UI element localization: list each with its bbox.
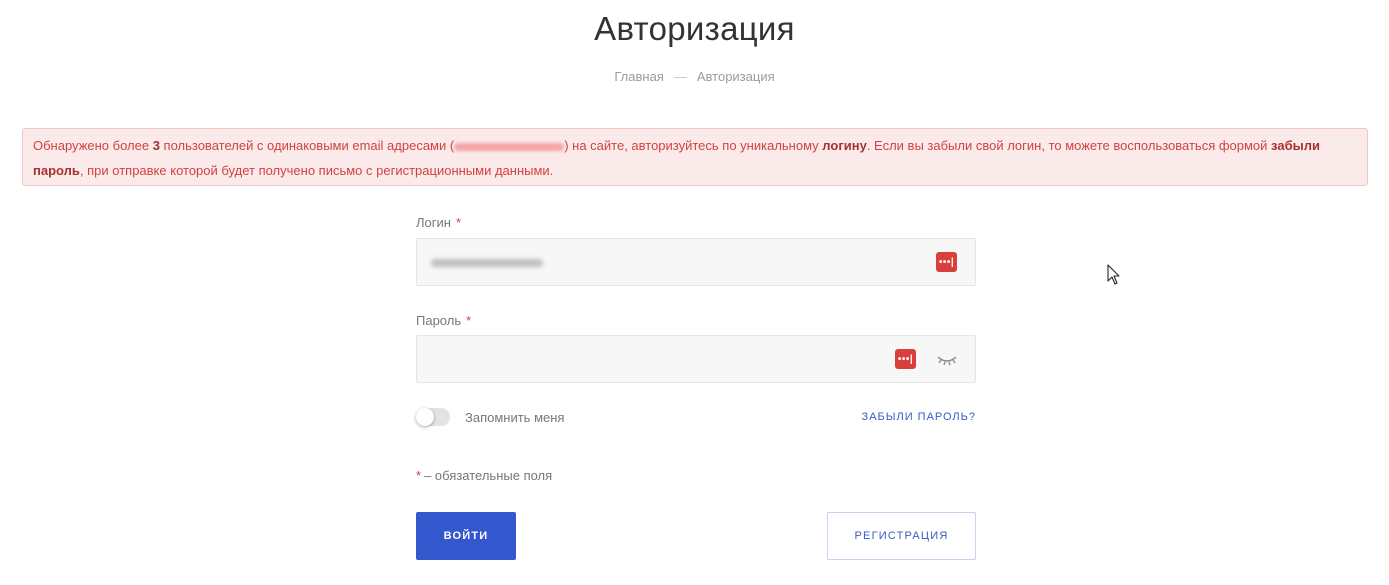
alert-text-5: , при отправке которой будет получено пи… xyxy=(79,163,554,178)
password-manager-icon[interactable]: •••| xyxy=(895,349,916,369)
breadcrumb: Главная — Авторизация xyxy=(0,69,1389,84)
password-label-text: Пароль xyxy=(416,313,462,328)
forgot-password-link[interactable]: ЗАБЫЛИ ПАРОЛЬ? xyxy=(862,411,976,423)
required-note-text: – обязательные поля xyxy=(424,468,553,483)
password-field[interactable]: •••| xyxy=(416,335,976,383)
alert-text-2: пользователей с одинаковыми email адреса… xyxy=(159,138,455,153)
required-asterisk: * xyxy=(455,215,462,230)
login-field[interactable]: •••| xyxy=(416,238,976,286)
mouse-cursor-icon xyxy=(1107,264,1121,291)
login-value-redacted xyxy=(431,259,543,267)
duplicate-email-alert: Обнаружено более 3 пользователей с одина… xyxy=(22,128,1368,186)
remember-me-label[interactable]: Запомнить меня xyxy=(465,410,564,425)
alert-user-count: 3 xyxy=(152,138,160,153)
alert-login-word: логину xyxy=(822,138,867,153)
login-button[interactable]: ВОЙТИ xyxy=(416,512,516,560)
password-label: Пароль * xyxy=(416,313,471,328)
login-label: Логин * xyxy=(416,215,461,230)
breadcrumb-current: Авторизация xyxy=(696,69,775,84)
eye-closed-icon[interactable] xyxy=(937,353,957,371)
alert-text-3: ) на сайте, авторизуйтесь по уникальному xyxy=(564,138,823,153)
remember-me: Запомнить меня xyxy=(416,408,564,426)
password-manager-icon[interactable]: •••| xyxy=(936,252,957,272)
register-button[interactable]: РЕГИСТРАЦИЯ xyxy=(827,512,976,560)
login-label-text: Логин xyxy=(416,215,451,230)
breadcrumb-separator: — xyxy=(673,69,687,84)
required-fields-note: * – обязательные поля xyxy=(416,468,552,483)
page-title: Авторизация xyxy=(594,10,795,47)
breadcrumb-home-link[interactable]: Главная xyxy=(614,69,663,84)
alert-text-1: Обнаружено более xyxy=(33,138,153,153)
required-asterisk: * xyxy=(416,468,422,483)
required-asterisk: * xyxy=(466,313,472,328)
alert-text-4: . Если вы забыли свой логин, то можете в… xyxy=(866,138,1272,153)
toggle-knob xyxy=(416,408,434,426)
remember-me-toggle[interactable] xyxy=(416,408,450,426)
redacted-email xyxy=(454,142,565,151)
remember-row: Запомнить меня ЗАБЫЛИ ПАРОЛЬ? xyxy=(416,408,976,426)
